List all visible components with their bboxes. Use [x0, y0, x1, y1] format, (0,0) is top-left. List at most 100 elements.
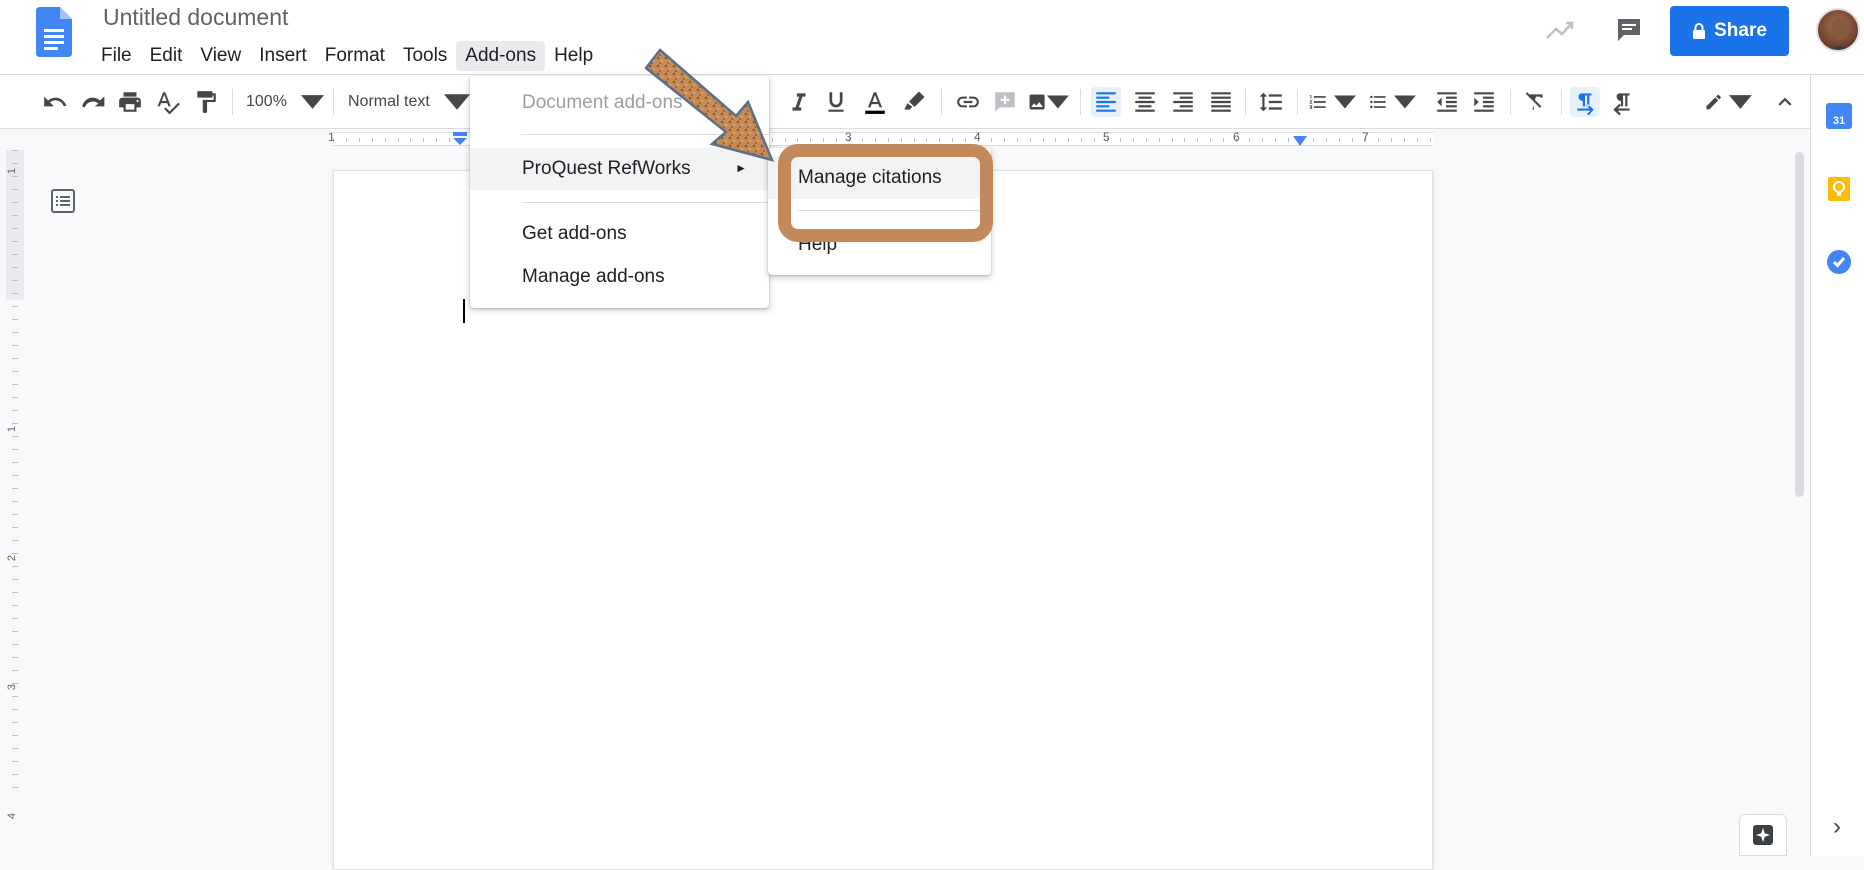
ruler-tick [12, 384, 18, 385]
ruler-tick [423, 138, 425, 142]
ruler-tick [1429, 138, 1431, 142]
ruler-tick [1210, 138, 1212, 142]
document-title[interactable]: Untitled document [103, 4, 288, 31]
menu-item-get-add-ons[interactable]: Get add-ons [470, 213, 769, 255]
menu-edit[interactable]: Edit [141, 41, 192, 71]
menu-view[interactable]: View [191, 41, 250, 71]
tasks-icon[interactable] [1826, 249, 1852, 275]
print-icon[interactable] [115, 87, 145, 117]
ruler-tick [12, 735, 18, 736]
ruler-tick [12, 371, 18, 372]
chevron-down-icon [1334, 95, 1356, 109]
menu-item-manage-add-ons[interactable]: Manage add-ons [470, 256, 769, 298]
calendar-icon[interactable]: 31 [1826, 103, 1852, 129]
underline-icon[interactable] [822, 87, 850, 117]
right-indent-marker-icon[interactable] [1293, 136, 1307, 146]
callout-highlight-box [778, 144, 993, 242]
ruler-tick [861, 138, 863, 142]
comments-icon[interactable] [1615, 16, 1643, 44]
ruler-tick [1132, 138, 1134, 142]
ruler-tick [939, 138, 941, 142]
clear-formatting-icon[interactable] [1521, 87, 1551, 117]
line-spacing-icon[interactable] [1256, 87, 1286, 117]
ruler-number: 4 [974, 130, 981, 144]
ruler-number: 3 [6, 683, 19, 691]
expand-side-panel-icon[interactable]: › [1833, 813, 1841, 841]
avatar[interactable] [1816, 8, 1860, 52]
ruler-tick [12, 696, 18, 697]
rtl-icon[interactable] [1607, 87, 1637, 117]
share-button[interactable]: Share [1670, 6, 1789, 56]
undo-icon[interactable] [40, 87, 70, 117]
document-outline-icon[interactable] [50, 188, 76, 214]
ruler-tick [1145, 138, 1147, 142]
numbered-list-icon[interactable] [1308, 87, 1356, 117]
ruler-tick [12, 228, 18, 229]
ruler-tick [12, 410, 18, 411]
docs-logo-icon[interactable] [36, 7, 72, 57]
ruler-tick [1016, 138, 1018, 142]
ltr-icon[interactable] [1570, 87, 1600, 117]
ruler-tick [12, 683, 18, 684]
paragraph-style-select[interactable]: Normal text [348, 87, 472, 117]
ruler-tick [887, 138, 889, 142]
ruler-tick [12, 553, 18, 554]
link-icon[interactable] [953, 87, 983, 117]
callout-arrow-icon [644, 48, 775, 162]
redo-icon[interactable] [78, 87, 108, 117]
align-right-icon[interactable] [1168, 87, 1198, 117]
ruler-tick [965, 138, 967, 142]
explore-button[interactable] [1739, 814, 1787, 856]
menu-insert[interactable]: Insert [250, 41, 316, 71]
paint-format-icon[interactable] [191, 87, 221, 117]
ruler-tick [926, 138, 928, 142]
ruler-tick [1287, 138, 1289, 142]
vertical-scrollbar[interactable] [1795, 152, 1804, 497]
ruler-tick [1390, 138, 1392, 142]
ruler-tick [12, 462, 18, 463]
ruler-tick [12, 293, 18, 294]
decrease-indent-icon[interactable] [1432, 87, 1462, 117]
image-icon[interactable] [1027, 87, 1069, 117]
ruler-tick [1184, 138, 1186, 142]
text-color-icon[interactable] [860, 87, 890, 117]
menu-file[interactable]: File [92, 41, 141, 71]
comment-icon[interactable] [991, 87, 1019, 117]
increase-indent-icon[interactable] [1469, 87, 1499, 117]
menu-tools[interactable]: Tools [394, 41, 456, 71]
menu-add-ons[interactable]: Add-ons [456, 41, 546, 71]
toolbar-divider [1080, 89, 1081, 115]
align-center-icon[interactable] [1130, 87, 1160, 117]
highlight-icon[interactable] [899, 87, 929, 117]
bulleted-list-icon[interactable] [1368, 87, 1416, 117]
zoom-select[interactable]: 100% [246, 87, 324, 117]
ruler-tick [1326, 138, 1328, 142]
justify-icon[interactable] [1206, 87, 1236, 117]
menu-help[interactable]: Help [545, 41, 602, 71]
toolbar-divider [333, 89, 334, 115]
share-label: Share [1714, 20, 1767, 41]
keep-icon[interactable] [1826, 176, 1852, 202]
chevron-down-icon [1394, 95, 1416, 109]
ruler-tick [1416, 138, 1418, 142]
chevron-down-icon [443, 94, 470, 110]
ruler-tick [12, 579, 18, 580]
chevron-down-icon [300, 95, 324, 109]
align-left-icon[interactable] [1091, 87, 1121, 117]
editing-mode-icon[interactable] [1704, 87, 1752, 117]
activity-dashboard-icon[interactable] [1545, 18, 1577, 42]
ruler-tick [900, 138, 902, 142]
indent-marker-icon[interactable] [452, 132, 468, 146]
ruler-tick [12, 644, 18, 645]
ruler-tick [12, 657, 18, 658]
toolbar-divider [1510, 89, 1511, 115]
toolbar-divider [232, 89, 233, 115]
ruler-tick [1223, 138, 1225, 142]
ruler-tick [1339, 138, 1341, 142]
ruler-tick [1029, 138, 1031, 142]
ruler-tick [12, 527, 18, 528]
spellcheck-icon[interactable] [153, 87, 183, 117]
collapse-icon[interactable] [1770, 87, 1800, 117]
menu-format[interactable]: Format [316, 41, 394, 71]
ruler-tick [436, 138, 438, 142]
